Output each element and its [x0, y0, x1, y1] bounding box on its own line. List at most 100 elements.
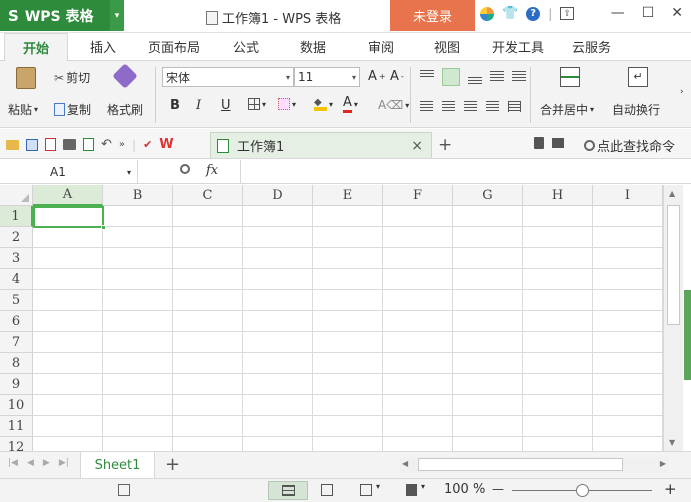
- close-tab-icon[interactable]: ×: [411, 138, 423, 154]
- column-header-c[interactable]: C: [173, 185, 243, 206]
- paste-icon[interactable]: [14, 67, 38, 91]
- row-header-1[interactable]: 1: [0, 206, 33, 227]
- align-left-icon[interactable]: [420, 101, 433, 112]
- search-command[interactable]: 点此查找命令: [584, 136, 675, 155]
- maximize-icon[interactable]: ☐: [642, 5, 655, 21]
- insert-function-button[interactable]: fx: [206, 163, 218, 178]
- font-name-select[interactable]: 宋体 ▾: [162, 67, 294, 87]
- tab-home[interactable]: 开始: [4, 33, 68, 61]
- chevron-down-icon[interactable]: ▾: [421, 482, 425, 491]
- undo-icon[interactable]: ↶: [101, 137, 112, 152]
- login-button[interactable]: 未登录: [390, 0, 475, 31]
- side-panel-handle[interactable]: [684, 290, 691, 380]
- macro-record-icon[interactable]: [118, 484, 130, 496]
- tab-page-layout[interactable]: 页面布局: [148, 37, 200, 56]
- more-icon[interactable]: »: [119, 139, 125, 150]
- last-sheet-icon[interactable]: ▶|: [59, 458, 69, 468]
- zoom-level[interactable]: 100 %: [444, 482, 485, 497]
- zoom-slider-thumb[interactable]: [576, 484, 589, 497]
- skin-icon[interactable]: [480, 6, 494, 21]
- format-painter-button[interactable]: 格式刷: [107, 101, 143, 118]
- tab-data[interactable]: 数据: [300, 37, 326, 56]
- cut-button[interactable]: ✂ 剪切: [54, 69, 90, 86]
- normal-view-button[interactable]: [268, 481, 308, 500]
- wps-logo-menu[interactable]: S WPS 表格 ▾: [0, 0, 124, 31]
- column-header-i[interactable]: I: [593, 185, 663, 206]
- next-sheet-icon[interactable]: ▶: [43, 458, 50, 468]
- merge-center-icon[interactable]: [560, 67, 580, 87]
- page-break-view-icon[interactable]: [321, 484, 333, 496]
- cell-style-button[interactable]: ▾: [278, 98, 296, 110]
- new-tab-button[interactable]: +: [438, 135, 452, 155]
- cell-area[interactable]: [33, 206, 663, 451]
- shirt-icon[interactable]: 👕: [502, 6, 518, 21]
- print-preview-icon[interactable]: [83, 138, 94, 151]
- column-header-f[interactable]: F: [383, 185, 453, 206]
- decrease-font-button[interactable]: A-: [390, 69, 404, 84]
- underline-button[interactable]: U: [221, 98, 231, 113]
- row-header-3[interactable]: 3: [0, 248, 33, 269]
- tab-review[interactable]: 审阅: [368, 37, 394, 56]
- tab-insert[interactable]: 插入: [90, 37, 116, 56]
- align-middle-icon[interactable]: [442, 68, 460, 86]
- pin-icon[interactable]: ✔: [143, 138, 152, 151]
- scroll-right-icon[interactable]: ▶: [660, 459, 666, 468]
- column-header-a[interactable]: A: [33, 185, 103, 206]
- indent-decrease-icon[interactable]: [490, 71, 504, 83]
- copy-button[interactable]: 复制: [54, 101, 91, 118]
- row-header-10[interactable]: 10: [0, 395, 33, 416]
- column-header-h[interactable]: H: [523, 185, 593, 206]
- minimize-icon[interactable]: —: [611, 5, 625, 21]
- auto-wrap-icon[interactable]: ↵: [628, 67, 648, 87]
- justify-icon[interactable]: [486, 101, 499, 112]
- vertical-scrollbar[interactable]: ▲ ▼: [663, 185, 683, 451]
- select-all-corner[interactable]: [0, 185, 33, 206]
- spreadsheet-grid[interactable]: A B C D E F G H I 1 2 3 4 5 6 7 8 9 10 11 12: [0, 185, 663, 451]
- horizontal-scrollbar[interactable]: ◀ ▶: [400, 457, 668, 473]
- row-header-4[interactable]: 4: [0, 269, 33, 290]
- indent-increase-icon[interactable]: [512, 71, 526, 83]
- fill-color-button[interactable]: ◆ ▾: [314, 97, 333, 111]
- ribbon-scroll-icon[interactable]: ›: [680, 87, 684, 97]
- row-header-6[interactable]: 6: [0, 311, 33, 332]
- row-header-5[interactable]: 5: [0, 290, 33, 311]
- row-header-11[interactable]: 11: [0, 416, 33, 437]
- fill-handle[interactable]: [101, 225, 106, 230]
- first-sheet-icon[interactable]: |◀: [8, 458, 18, 468]
- tab-formulas[interactable]: 公式: [233, 37, 259, 56]
- document-tab[interactable]: 工作簿1 ×: [210, 132, 432, 158]
- wps-w-icon[interactable]: W: [159, 137, 173, 152]
- tab-developer[interactable]: 开发工具: [492, 37, 544, 56]
- scroll-thumb[interactable]: [667, 205, 680, 325]
- row-header-2[interactable]: 2: [0, 227, 33, 248]
- row-header-7[interactable]: 7: [0, 332, 33, 353]
- name-box[interactable]: A1 ▾: [0, 160, 138, 184]
- reading-mode-icon[interactable]: [406, 484, 417, 496]
- merge-center-button[interactable]: 合并居中 ▾: [540, 101, 594, 118]
- chevron-down-icon[interactable]: ▾: [110, 0, 124, 31]
- borders-button[interactable]: ▾: [248, 98, 266, 110]
- chevron-down-icon[interactable]: ▾: [376, 482, 380, 491]
- formula-input[interactable]: [241, 160, 691, 184]
- add-sheet-button[interactable]: +: [165, 454, 180, 475]
- auto-wrap-button[interactable]: 自动换行: [612, 101, 660, 118]
- row-header-8[interactable]: 8: [0, 353, 33, 374]
- increase-font-button[interactable]: A +: [368, 69, 386, 84]
- scroll-up-icon[interactable]: ▲: [669, 189, 675, 198]
- scroll-down-icon[interactable]: ▼: [669, 438, 675, 447]
- distributed-icon[interactable]: [508, 101, 521, 112]
- active-cell-a1[interactable]: [33, 206, 104, 228]
- row-header-12[interactable]: 12: [0, 437, 33, 451]
- prev-sheet-icon[interactable]: ◀: [27, 458, 34, 468]
- column-header-g[interactable]: G: [453, 185, 523, 206]
- font-color-button[interactable]: A ▾: [343, 96, 358, 113]
- page-layout-view-icon[interactable]: [360, 484, 372, 496]
- zoom-out-button[interactable]: —: [492, 482, 504, 496]
- font-size-select[interactable]: 11 ▾: [294, 67, 360, 87]
- bold-button[interactable]: B: [170, 98, 180, 113]
- open-folder-icon[interactable]: [6, 139, 19, 150]
- share-icon[interactable]: [552, 138, 564, 148]
- column-header-b[interactable]: B: [103, 185, 173, 206]
- row-header-9[interactable]: 9: [0, 374, 33, 395]
- tab-view[interactable]: 视图: [434, 37, 460, 56]
